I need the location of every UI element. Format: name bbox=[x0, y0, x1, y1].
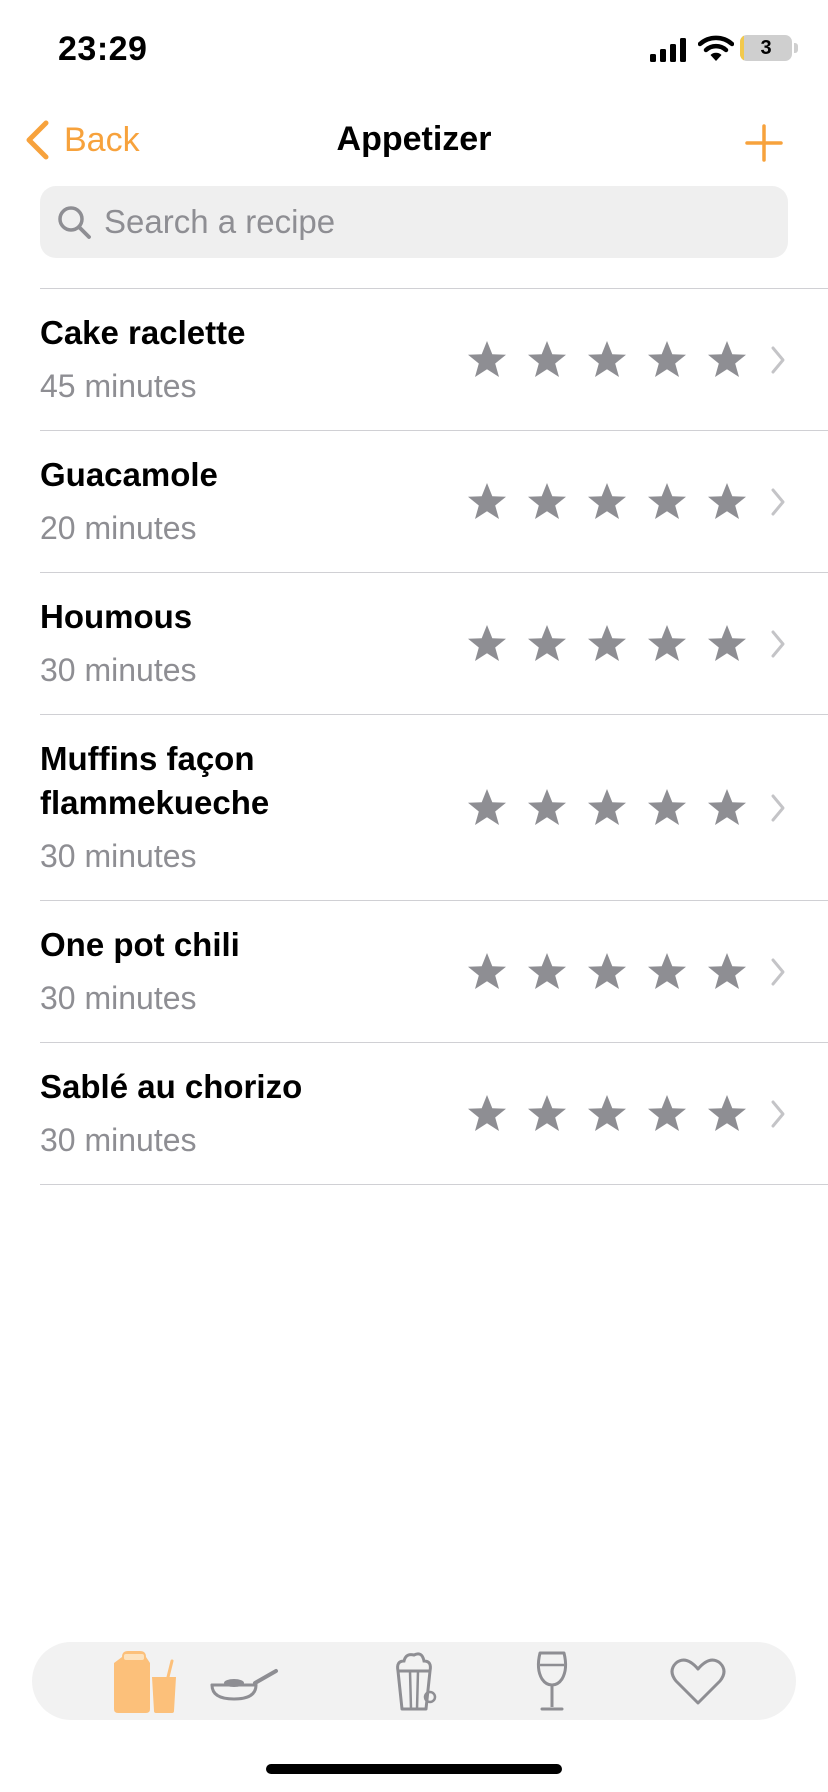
recipe-row[interactable]: Houmous 30 minutes bbox=[0, 573, 828, 714]
recipe-text: Cake raclette 45 minutes bbox=[40, 311, 450, 408]
chevron-right-icon bbox=[771, 958, 785, 985]
recipe-time: 30 minutes bbox=[40, 1122, 197, 1158]
tab-drinks[interactable] bbox=[502, 1642, 602, 1720]
star-icon[interactable] bbox=[646, 787, 688, 829]
star-rating[interactable] bbox=[466, 787, 748, 829]
popcorn-icon bbox=[396, 1652, 437, 1711]
star-icon[interactable] bbox=[586, 339, 628, 381]
tab-favorites[interactable] bbox=[648, 1642, 748, 1720]
recipe-text: Houmous 30 minutes bbox=[40, 595, 450, 692]
navigation-bar: Back Appetizer bbox=[0, 105, 828, 175]
star-rating[interactable] bbox=[466, 481, 748, 523]
chevron-right-icon bbox=[771, 1100, 785, 1127]
recipe-row[interactable]: Muffins façon flammekueche 30 minutes bbox=[0, 715, 828, 900]
star-icon[interactable] bbox=[586, 787, 628, 829]
recipe-row[interactable]: Sablé au chorizo 30 minutes bbox=[0, 1043, 828, 1184]
star-icon[interactable] bbox=[706, 623, 748, 665]
star-icon[interactable] bbox=[646, 481, 688, 523]
star-icon[interactable] bbox=[646, 623, 688, 665]
star-icon[interactable] bbox=[466, 1093, 508, 1135]
signal-icon bbox=[650, 38, 686, 62]
star-icon[interactable] bbox=[466, 623, 508, 665]
recipe-row[interactable]: Guacamole 20 minutes bbox=[0, 431, 828, 572]
battery-cap bbox=[794, 43, 798, 53]
star-icon[interactable] bbox=[526, 1093, 568, 1135]
tab-main-course[interactable] bbox=[194, 1642, 294, 1720]
wifi-icon bbox=[698, 35, 734, 61]
search-icon bbox=[58, 206, 91, 239]
star-icon[interactable] bbox=[526, 787, 568, 829]
star-icon[interactable] bbox=[466, 481, 508, 523]
recipe-name: Houmous bbox=[40, 598, 193, 635]
star-icon[interactable] bbox=[706, 481, 748, 523]
star-icon[interactable] bbox=[586, 481, 628, 523]
tab-appetizer[interactable] bbox=[96, 1642, 196, 1720]
add-recipe-button[interactable] bbox=[744, 123, 784, 163]
recipe-time: 20 minutes bbox=[40, 510, 197, 546]
home-indicator bbox=[266, 1764, 562, 1774]
star-icon[interactable] bbox=[706, 787, 748, 829]
status-time: 23:29 bbox=[58, 30, 148, 68]
star-rating[interactable] bbox=[466, 623, 748, 665]
star-icon[interactable] bbox=[526, 623, 568, 665]
recipe-row[interactable]: Cake raclette 45 minutes bbox=[0, 289, 828, 430]
plus-icon bbox=[745, 124, 783, 162]
star-icon[interactable] bbox=[646, 951, 688, 993]
star-icon[interactable] bbox=[466, 951, 508, 993]
chevron-right-icon bbox=[771, 488, 785, 515]
recipe-name: Guacamole bbox=[40, 456, 218, 493]
recipe-time: 30 minutes bbox=[40, 838, 197, 874]
recipe-text: Guacamole 20 minutes bbox=[40, 453, 450, 550]
star-icon[interactable] bbox=[706, 951, 748, 993]
recipe-name: Sablé au chorizo bbox=[40, 1068, 303, 1105]
star-rating[interactable] bbox=[466, 339, 748, 381]
star-icon[interactable] bbox=[706, 1093, 748, 1135]
page-title: Appetizer bbox=[336, 120, 492, 158]
recipe-name: Cake raclette bbox=[40, 314, 246, 351]
star-icon[interactable] bbox=[646, 1093, 688, 1135]
star-icon[interactable] bbox=[646, 339, 688, 381]
search-input[interactable] bbox=[102, 186, 774, 258]
chevron-right-icon bbox=[771, 794, 785, 821]
battery-icon: 3 bbox=[740, 35, 792, 61]
star-icon[interactable] bbox=[586, 1093, 628, 1135]
appetizer-drinks-icon bbox=[114, 1651, 176, 1713]
recipe-row[interactable]: One pot chili 30 minutes bbox=[0, 901, 828, 1042]
search-bar bbox=[40, 186, 788, 258]
list-divider bbox=[40, 1184, 828, 1185]
recipe-name: One pot chili bbox=[40, 926, 240, 963]
status-bar: 23:29 3 bbox=[0, 0, 828, 100]
star-rating[interactable] bbox=[466, 1093, 748, 1135]
wine-glass-icon bbox=[536, 1651, 568, 1711]
recipe-text: Sablé au chorizo 30 minutes bbox=[40, 1065, 450, 1162]
battery-level: 3 bbox=[760, 37, 772, 59]
recipe-text: One pot chili 30 minutes bbox=[40, 923, 450, 1020]
recipe-text: Muffins façon flammekueche 30 minutes bbox=[40, 737, 450, 878]
recipe-time: 30 minutes bbox=[40, 652, 197, 688]
star-icon[interactable] bbox=[586, 951, 628, 993]
recipe-list: Cake raclette 45 minutes Guacamole 20 minut… bbox=[0, 288, 828, 1185]
chevron-right-icon bbox=[771, 346, 785, 373]
star-icon[interactable] bbox=[526, 339, 568, 381]
frying-pan-icon bbox=[210, 1669, 278, 1701]
heart-icon bbox=[670, 1658, 726, 1705]
star-icon[interactable] bbox=[526, 481, 568, 523]
star-rating[interactable] bbox=[466, 951, 748, 993]
star-icon[interactable] bbox=[526, 951, 568, 993]
tab-bar bbox=[32, 1642, 796, 1720]
recipe-time: 45 minutes bbox=[40, 368, 197, 404]
recipe-time: 30 minutes bbox=[40, 980, 197, 1016]
star-icon[interactable] bbox=[586, 623, 628, 665]
star-icon[interactable] bbox=[706, 339, 748, 381]
recipe-name: Muffins façon flammekueche bbox=[40, 740, 270, 821]
chevron-right-icon bbox=[771, 630, 785, 657]
tab-snacks[interactable] bbox=[364, 1642, 464, 1720]
star-icon[interactable] bbox=[466, 787, 508, 829]
star-icon[interactable] bbox=[466, 339, 508, 381]
